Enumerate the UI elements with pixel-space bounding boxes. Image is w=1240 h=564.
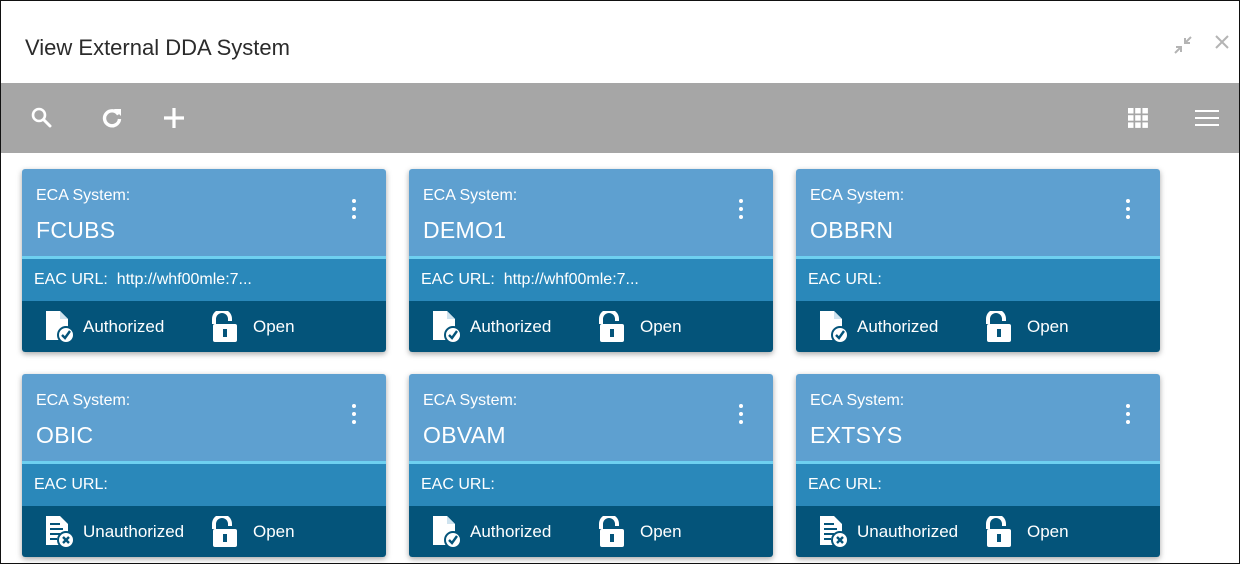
eac-url-row: EAC URL: http://whf00mle:7... xyxy=(409,259,773,301)
eca-system-card-extsys[interactable]: ECA System: EXTSYS EAC URL: Unauthorized… xyxy=(796,374,1160,557)
authorization-status: Authorized xyxy=(470,522,552,541)
card-header: ECA System: EXTSYS xyxy=(796,374,1160,464)
kebab-menu-icon[interactable] xyxy=(737,404,745,428)
unlock-icon xyxy=(984,309,1014,343)
authorized-doc-icon xyxy=(429,515,463,549)
eca-system-label: ECA System: xyxy=(810,187,905,204)
unlock-icon xyxy=(597,309,627,343)
record-status: Open xyxy=(253,317,295,336)
eac-url-label: EAC URL: xyxy=(34,476,108,493)
eca-system-name: FCUBS xyxy=(36,217,116,243)
authorization-status: Authorized xyxy=(83,317,165,336)
dda-system-window: View External DDA System ECA System: FCU… xyxy=(0,0,1240,564)
eca-system-card-demo1[interactable]: ECA System: DEMO1 EAC URL: http://whf00m… xyxy=(409,169,773,352)
eac-url-row: EAC URL: http://whf00mle:7... xyxy=(22,259,386,301)
title-bar: View External DDA System xyxy=(1,1,1239,83)
grid-view-icon xyxy=(1128,108,1148,128)
record-status: Open xyxy=(640,317,682,336)
eac-url-row: EAC URL: xyxy=(796,259,1160,301)
unlock-icon xyxy=(210,514,240,548)
card-header: ECA System: OBBRN xyxy=(796,169,1160,259)
eca-system-label: ECA System: xyxy=(423,187,518,204)
card-header: ECA System: DEMO1 xyxy=(409,169,773,259)
eca-system-card-obic[interactable]: ECA System: OBIC EAC URL: Unauthorized O… xyxy=(22,374,386,557)
eca-system-name: EXTSYS xyxy=(810,422,903,448)
record-status: Open xyxy=(1027,522,1069,541)
authorization-status: Authorized xyxy=(470,317,552,336)
eac-url-label: EAC URL: xyxy=(808,476,882,493)
add-button[interactable] xyxy=(159,83,189,153)
refresh-icon xyxy=(102,109,122,128)
eac-url-label: EAC URL: xyxy=(421,476,495,493)
card-footer: Authorized Open xyxy=(409,506,773,557)
close-icon[interactable] xyxy=(1213,33,1231,54)
eca-system-name: OBVAM xyxy=(423,422,506,448)
record-status: Open xyxy=(640,522,682,541)
card-header: ECA System: OBVAM xyxy=(409,374,773,464)
page-title: View External DDA System xyxy=(25,35,290,60)
search-button[interactable] xyxy=(27,83,57,153)
authorization-status: Authorized xyxy=(857,317,939,336)
collapse-arrows-icon[interactable] xyxy=(1172,34,1194,61)
eac-url-label: EAC URL: xyxy=(421,271,495,288)
unauthorized-doc-icon xyxy=(816,515,850,549)
unlock-icon xyxy=(984,514,1014,548)
eca-system-label: ECA System: xyxy=(423,392,518,409)
eca-system-card-fcubs[interactable]: ECA System: FCUBS EAC URL: http://whf00m… xyxy=(22,169,386,352)
eac-url-label: EAC URL: xyxy=(808,271,882,288)
card-footer: Authorized Open xyxy=(796,301,1160,352)
authorized-doc-icon xyxy=(816,310,850,344)
eca-system-label: ECA System: xyxy=(36,392,131,409)
card-footer: Authorized Open xyxy=(22,301,386,352)
card-footer: Unauthorized Open xyxy=(796,506,1160,557)
list-view-button[interactable] xyxy=(1192,83,1222,153)
record-status: Open xyxy=(253,522,295,541)
eca-system-name: DEMO1 xyxy=(423,217,507,243)
record-status: Open xyxy=(1027,317,1069,336)
eac-url-label: EAC URL: xyxy=(34,271,108,288)
card-footer: Authorized Open xyxy=(409,301,773,352)
search-icon xyxy=(31,107,52,128)
eac-url-row: EAC URL: xyxy=(796,464,1160,506)
unauthorized-doc-icon xyxy=(42,515,76,549)
eca-system-name: OBBRN xyxy=(810,217,894,243)
card-header: ECA System: FCUBS xyxy=(22,169,386,259)
unlock-icon xyxy=(210,309,240,343)
card-header: ECA System: OBIC xyxy=(22,374,386,464)
kebab-menu-icon[interactable] xyxy=(1124,199,1132,223)
card-footer: Unauthorized Open xyxy=(22,506,386,557)
refresh-button[interactable] xyxy=(97,83,127,153)
eca-system-label: ECA System: xyxy=(36,187,131,204)
authorized-doc-icon xyxy=(42,310,76,344)
kebab-menu-icon[interactable] xyxy=(1124,404,1132,428)
eca-system-label: ECA System: xyxy=(810,392,905,409)
kebab-menu-icon[interactable] xyxy=(350,404,358,428)
unlock-icon xyxy=(597,514,627,548)
toolbar xyxy=(1,83,1239,153)
kebab-menu-icon[interactable] xyxy=(737,199,745,223)
authorized-doc-icon xyxy=(429,310,463,344)
plus-icon xyxy=(164,108,184,128)
list-view-icon xyxy=(1195,110,1219,126)
kebab-menu-icon[interactable] xyxy=(350,199,358,223)
grid-view-button[interactable] xyxy=(1125,83,1151,153)
authorization-status: Unauthorized xyxy=(857,522,959,541)
eac-url-value: http://whf00mle:7... xyxy=(499,271,639,288)
eca-system-card-obbrn[interactable]: ECA System: OBBRN EAC URL: Authorized Op… xyxy=(796,169,1160,352)
eac-url-row: EAC URL: xyxy=(409,464,773,506)
eac-url-row: EAC URL: xyxy=(22,464,386,506)
eac-url-value: http://whf00mle:7... xyxy=(112,271,252,288)
authorization-status: Unauthorized xyxy=(83,522,185,541)
eca-system-card-obvam[interactable]: ECA System: OBVAM EAC URL: Authorized Op… xyxy=(409,374,773,557)
eca-system-name: OBIC xyxy=(36,422,94,448)
